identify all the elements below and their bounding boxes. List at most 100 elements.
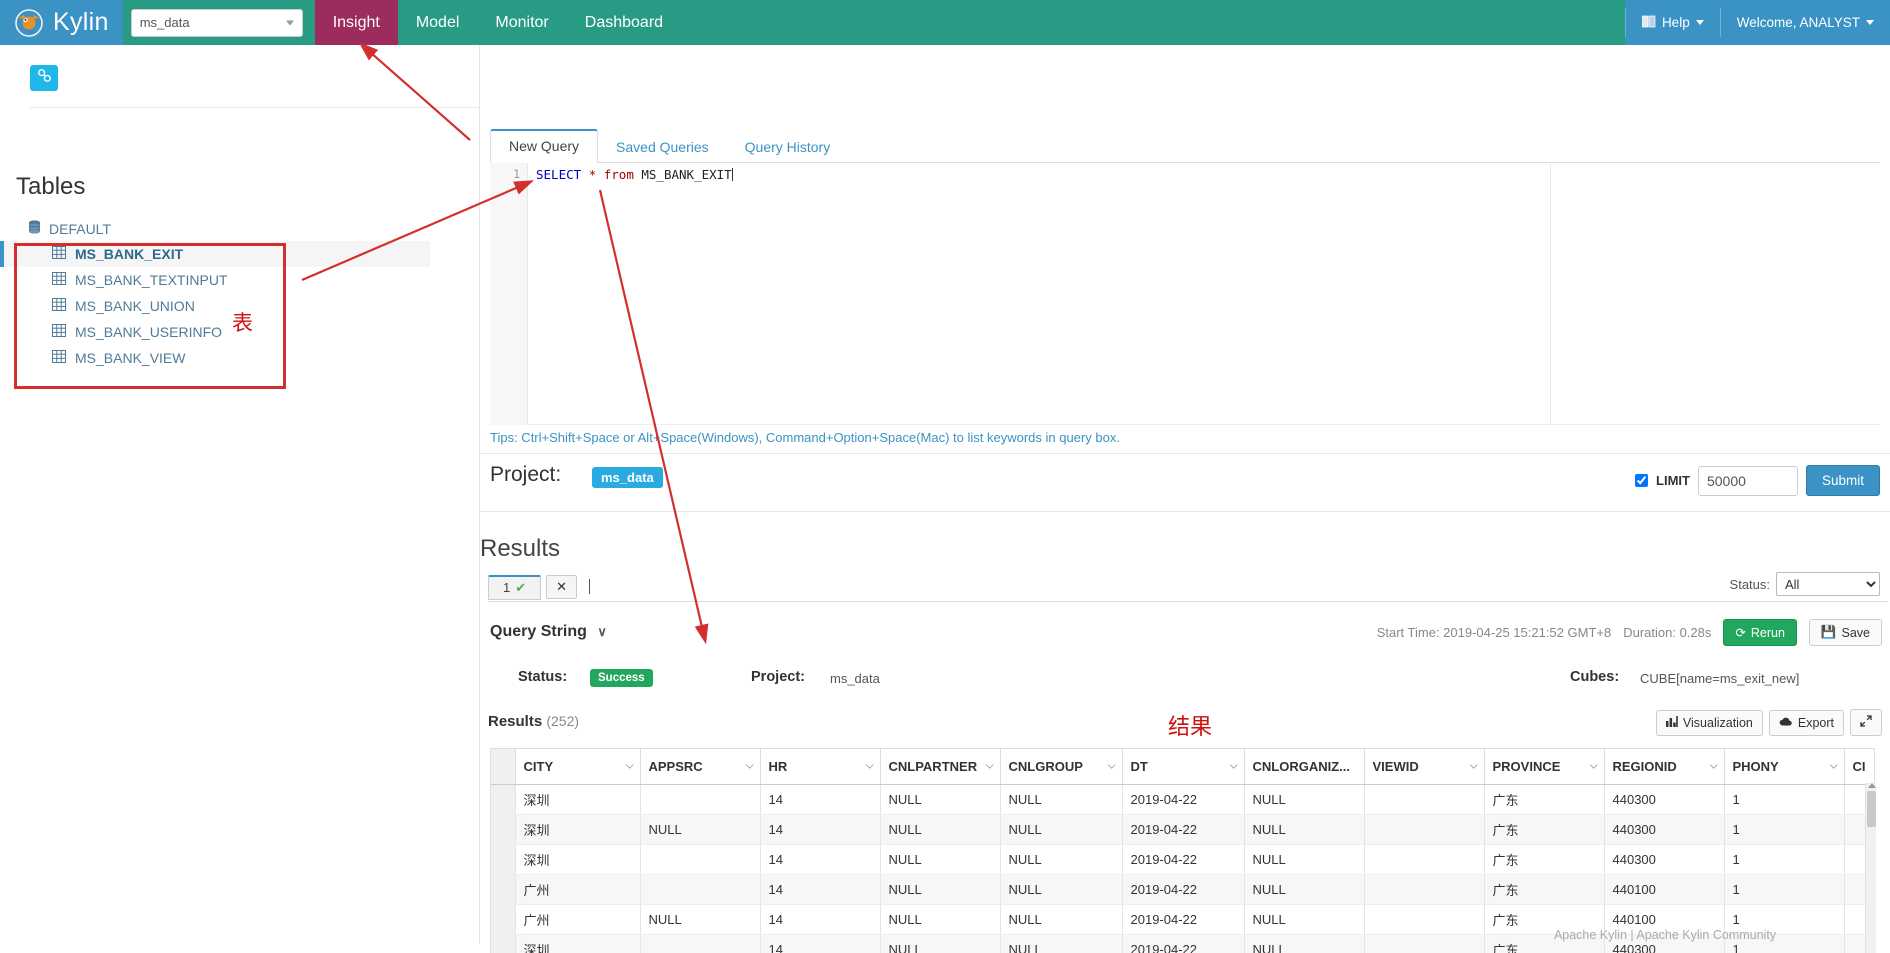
nav-item-dashboard[interactable]: Dashboard	[567, 0, 681, 45]
cell: 深圳	[515, 844, 641, 875]
table-header-cnlpartner[interactable]: CNLPARTNER ⌵	[880, 749, 1001, 785]
results-count-label: Results	[488, 713, 543, 730]
limit-input[interactable]	[1697, 465, 1798, 496]
nav-item-model[interactable]: Model	[398, 0, 478, 45]
sidebar-table-ms-bank-union[interactable]: MS_BANK_UNION	[0, 293, 430, 319]
result-tab-label: 1	[503, 580, 511, 595]
cell: 440100	[1604, 874, 1725, 905]
sql-star: *	[588, 167, 597, 182]
table-header-cnlgroup[interactable]: CNLGROUP ⌵	[1000, 749, 1123, 785]
cell: 广东	[1484, 844, 1605, 875]
chevron-down-icon	[1695, 20, 1704, 25]
limit-checkbox[interactable]	[1635, 474, 1649, 487]
project-field-label: Project:	[751, 669, 805, 685]
nav-item-insight[interactable]: Insight	[314, 0, 398, 45]
scrollbar-thumb[interactable]	[1867, 791, 1876, 827]
query-string-label: Query String	[490, 623, 587, 640]
table-header-province[interactable]: PROVINCE ⌵	[1484, 749, 1605, 785]
chevron-down-icon: ⌵	[1107, 760, 1116, 772]
table-header-phony[interactable]: PHONY ⌵	[1724, 749, 1845, 785]
duration-label: Duration: 0.28s	[1623, 625, 1712, 640]
tab-new-query[interactable]: New Query	[490, 129, 599, 163]
cell: 14	[760, 904, 881, 935]
cell: 2019-04-22	[1122, 844, 1245, 875]
sidebar-table-ms-bank-userinfo[interactable]: MS_BANK_USERINFO	[0, 319, 430, 345]
user-menu-label: Welcome, ANALYST	[1736, 15, 1860, 30]
table-row[interactable]: 深圳 14 NULL NULL 2019-04-22 NULL 广东 44030…	[491, 844, 1874, 875]
brand[interactable]: Kylin	[0, 0, 123, 45]
table-header-viewid[interactable]: VIEWID ⌵	[1364, 749, 1485, 785]
result-tab-1[interactable]: 1 ✔	[488, 574, 542, 600]
expand-button[interactable]	[1850, 709, 1882, 736]
row-handle[interactable]	[491, 874, 516, 905]
row-handle[interactable]	[491, 904, 516, 935]
results-heading: Results	[480, 535, 561, 562]
save-query-button[interactable]: 💾 Save	[1808, 619, 1882, 646]
sidebar-table-ms-bank-view[interactable]: MS_BANK_VIEW	[0, 345, 430, 371]
tab-query-history[interactable]: Query History	[727, 132, 849, 163]
sidebar-table-label: MS_BANK_EXIT	[75, 246, 184, 262]
sidebar-table-label: MS_BANK_UNION	[75, 298, 195, 314]
table-header-dt[interactable]: DT ⌵	[1122, 749, 1245, 785]
results-count-value: (252)	[546, 713, 580, 729]
table-header-regionid[interactable]: REGIONID ⌵	[1604, 749, 1725, 785]
cell: NULL	[1244, 784, 1365, 815]
cell: 2019-04-22	[1122, 784, 1245, 815]
start-time-label: Start Time: 2019-04-25 15:21:52 GMT+8	[1376, 625, 1612, 640]
result-tab-close-button[interactable]: ✕	[546, 575, 578, 599]
row-handle[interactable]	[491, 814, 516, 845]
cell	[1364, 814, 1485, 845]
table-header-city[interactable]: CITY ⌵	[515, 749, 641, 785]
project-selector-value: ms_data	[139, 15, 190, 30]
annotation-label-results: 结果	[1168, 715, 1213, 740]
table-header-ci[interactable]: CI	[1844, 749, 1874, 785]
cell: 广东	[1484, 784, 1605, 815]
nav-item-monitor[interactable]: Monitor	[477, 0, 566, 45]
query-string-toggle[interactable]: Query String ∨	[490, 623, 607, 641]
visualization-button[interactable]: Visualization	[1655, 709, 1763, 736]
cell: 深圳	[515, 814, 641, 845]
table-row[interactable]: 深圳 14 NULL NULL 2019-04-22 NULL 广东 44030…	[491, 784, 1874, 815]
sidebar-table-ms-bank-textinput[interactable]: MS_BANK_TEXTINPUT	[0, 267, 430, 293]
chevron-down-icon: ⌵	[1829, 760, 1838, 772]
cell: NULL	[880, 874, 1001, 905]
cell: 广州	[515, 904, 641, 935]
table-row[interactable]: 广州 14 NULL NULL 2019-04-22 NULL 广东 44010…	[491, 874, 1874, 905]
row-handle[interactable]	[491, 844, 516, 875]
table-header-appsrc[interactable]: APPSRC ⌵	[640, 749, 761, 785]
scroll-up-arrow-icon[interactable]	[1868, 783, 1876, 788]
cell: NULL	[1244, 844, 1365, 875]
result-status-filter: Status: All Success Failed	[1730, 572, 1880, 596]
settings-gear-icon	[37, 68, 52, 88]
table-row[interactable]: 深圳 NULL 14 NULL NULL 2019-04-22 NULL 广东 …	[491, 814, 1874, 845]
table-header-hr[interactable]: HR ⌵	[760, 749, 881, 785]
cell: 广东	[1484, 874, 1605, 905]
save-label: Save	[1841, 625, 1871, 640]
sql-editor[interactable]: 1 SELECT * from MS_BANK_EXIT	[490, 163, 1880, 425]
results-grid[interactable]: CITY ⌵ APPSRC ⌵ HR ⌵ CNLPARTNER ⌵ CNLGROUP ⌵ …	[490, 748, 1875, 953]
sidebar-title: Tables	[16, 173, 86, 200]
sidebar-database-default[interactable]: DEFAULT	[28, 220, 111, 237]
refresh-icon: ⟳	[1735, 626, 1746, 640]
table-corner-cell	[491, 749, 516, 785]
visualization-label: Visualization	[1682, 715, 1753, 730]
kylin-logo-icon	[14, 8, 44, 38]
sidebar-table-ms-bank-exit[interactable]: MS_BANK_EXIT	[0, 241, 430, 267]
project-selector[interactable]: ms_data	[130, 8, 303, 37]
top-navbar: Kylin ms_data Insight Model Monitor Dash…	[0, 0, 1890, 45]
export-button[interactable]: Export	[1768, 709, 1844, 736]
row-handle[interactable]	[491, 784, 516, 815]
sidebar-database-label: DEFAULT	[49, 220, 111, 237]
result-status-select[interactable]: All Success Failed	[1776, 572, 1880, 596]
rerun-button[interactable]: ⟳ Rerun	[1723, 619, 1797, 646]
user-menu[interactable]: Welcome, ANALYST	[1721, 0, 1890, 45]
tab-saved-queries[interactable]: Saved Queries	[598, 132, 727, 163]
cell: 1	[1724, 814, 1845, 845]
cell: 2019-04-22	[1122, 874, 1245, 905]
project-limit-row: Project: ms_data LIMIT Submit	[480, 453, 1890, 512]
sidebar-settings-button[interactable]	[30, 65, 58, 91]
submit-button[interactable]: Submit	[1805, 465, 1880, 496]
navbar-green-section: ms_data Insight Model Monitor Dashboard	[122, 0, 1625, 45]
help-menu[interactable]: Help	[1626, 0, 1720, 45]
table-header-cnlorganization[interactable]: CNLORGANIZ...	[1244, 749, 1365, 785]
